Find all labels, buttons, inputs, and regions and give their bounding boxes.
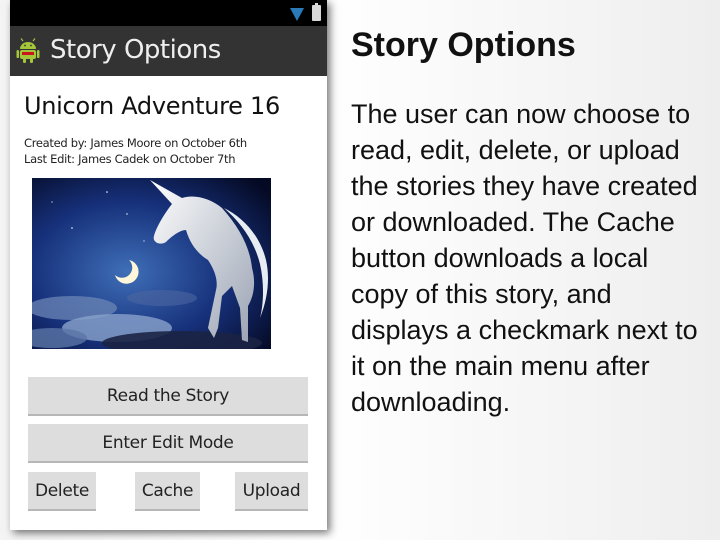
action-bar: Story Options [10, 26, 327, 76]
delete-button[interactable]: Delete [28, 472, 96, 511]
app-title: Story Options [50, 35, 221, 65]
android-icon[interactable] [16, 38, 40, 64]
slide-description: The user can now choose to read, edit, d… [351, 99, 698, 417]
wifi-icon [290, 8, 304, 21]
read-story-button[interactable]: Read the Story [28, 377, 308, 416]
story-title: Unicorn Adventure 16 [24, 92, 280, 120]
status-bar [10, 0, 327, 26]
created-by-text: Created by: James Moore on October 6th [24, 136, 247, 150]
last-edit-text: Last Edit: James Cadek on October 7th [24, 152, 236, 166]
phone-screen: Story Options Unicorn Adventure 16 Creat… [10, 0, 327, 530]
upload-button[interactable]: Upload [235, 472, 308, 511]
slide-title: Story Options [351, 26, 576, 64]
edit-mode-button[interactable]: Enter Edit Mode [28, 424, 308, 463]
story-image [32, 178, 271, 349]
battery-icon [312, 3, 321, 21]
cache-button[interactable]: Cache [135, 472, 200, 511]
